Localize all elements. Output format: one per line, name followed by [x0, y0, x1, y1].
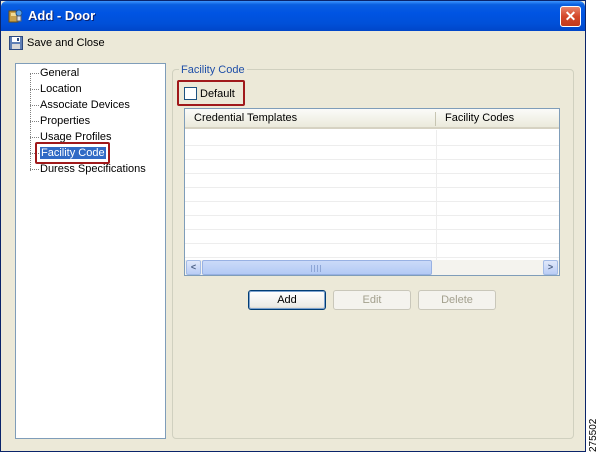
table-row[interactable] [185, 159, 559, 160]
nav-item-associate-devices[interactable]: Associate Devices [40, 98, 130, 113]
figure-number: 275502 [588, 418, 599, 452]
door-app-icon [8, 9, 23, 23]
scroll-thumb[interactable] [202, 260, 432, 275]
delete-button[interactable]: Delete [418, 290, 496, 310]
table-row[interactable] [185, 243, 559, 244]
horizontal-scrollbar[interactable]: < > [185, 260, 559, 275]
save-icon [9, 36, 23, 50]
table-row[interactable] [185, 229, 559, 230]
column-header-facility-codes[interactable]: Facility Codes [436, 109, 559, 128]
tree-connector [30, 73, 39, 74]
grip-icon [311, 265, 323, 272]
table-row[interactable] [185, 257, 559, 258]
table-row[interactable] [185, 187, 559, 188]
nav-item-properties[interactable]: Properties [40, 114, 90, 129]
window-title: Add - Door [28, 8, 96, 23]
callout-highlight-default [177, 80, 245, 106]
callout-highlight-nav [35, 142, 110, 164]
nav-item-label: General [40, 67, 80, 79]
tree-connector [30, 137, 39, 138]
scroll-right-button[interactable]: > [543, 260, 558, 275]
save-and-close-button[interactable]: Save and Close [9, 35, 105, 51]
chevron-right-icon: > [547, 262, 554, 272]
scroll-left-button[interactable]: < [186, 260, 201, 275]
nav-item-general[interactable]: General [40, 66, 79, 81]
navigation-tree[interactable]: General Location Associate Devices Prope… [15, 63, 166, 439]
table-header: Credential Templates Facility Codes [185, 109, 559, 129]
close-button[interactable]: ✕ [560, 6, 581, 27]
chevron-left-icon: < [190, 262, 197, 272]
table-row[interactable] [185, 173, 559, 174]
close-icon: ✕ [564, 8, 577, 24]
add-door-window: Add - Door ✕ Save and Close General Loca… [0, 0, 586, 452]
nav-item-label: Duress Specifications [40, 163, 146, 175]
column-divider [436, 130, 437, 260]
table-row[interactable] [185, 215, 559, 216]
facility-code-group-title: Facility Code [179, 64, 247, 76]
tree-connector [30, 105, 39, 106]
nav-item-label: Location [40, 83, 82, 95]
nav-item-duress-specifications[interactable]: Duress Specifications [40, 162, 146, 177]
edit-button[interactable]: Edit [333, 290, 411, 310]
facility-code-table[interactable]: Credential Templates Facility Codes < > [184, 108, 560, 276]
save-and-close-label: Save and Close [27, 37, 105, 49]
tree-connector [30, 121, 39, 122]
tree-connector [30, 169, 39, 170]
nav-item-label: Properties [40, 115, 91, 127]
nav-item-label: Associate Devices [40, 99, 130, 111]
title-bar[interactable]: Add - Door ✕ [1, 1, 585, 31]
add-button[interactable]: Add [248, 290, 326, 310]
tree-connector [30, 89, 39, 90]
nav-item-location[interactable]: Location [40, 82, 82, 97]
table-row[interactable] [185, 201, 559, 202]
column-header-credential-templates[interactable]: Credential Templates [185, 109, 436, 128]
table-row[interactable] [185, 145, 559, 146]
